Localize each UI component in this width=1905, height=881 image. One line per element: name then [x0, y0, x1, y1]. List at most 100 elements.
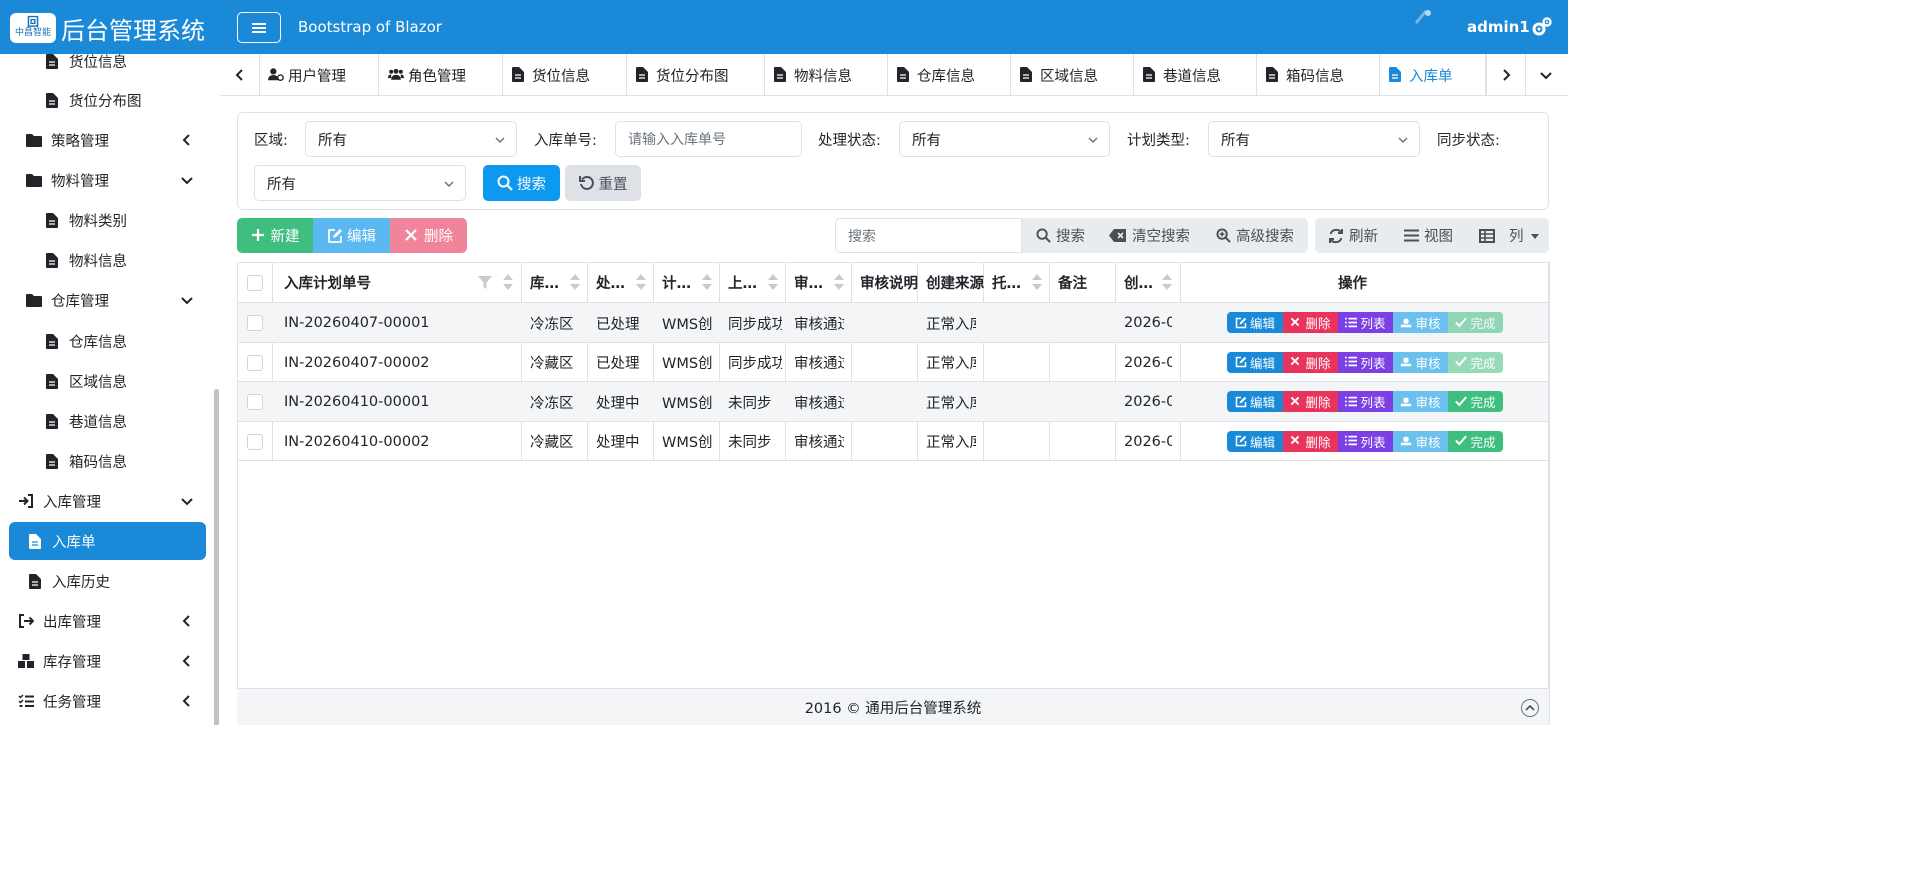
table-row[interactable]: IN-20260407-00002 冷藏区 已处理 WMS创同步成功审核通过 正常入库 2… [238, 341, 1548, 383]
sort-icon[interactable] [570, 274, 580, 290]
columns-button[interactable]: 列 [1479, 225, 1540, 246]
row-action-list-button[interactable]: 列表 [1338, 351, 1393, 373]
sort-icon[interactable] [636, 274, 646, 290]
sidebar-item-aisle-info[interactable]: 巷道信息 [0, 402, 210, 440]
sort-icon[interactable] [702, 274, 712, 290]
select-all-checkbox[interactable] [247, 263, 263, 302]
row-action-delete-button[interactable]: 删除 [1283, 391, 1338, 412]
tab-inbound-order[interactable]: 入库单 [1381, 54, 1486, 96]
sort-icon[interactable] [503, 274, 513, 290]
row-checkbox[interactable] [247, 382, 263, 422]
toolbar-search-button[interactable]: 搜索 [1036, 225, 1085, 246]
tab-user-management[interactable]: 用户管理 [260, 54, 379, 96]
plan-type-select[interactable]: 所有 [1208, 121, 1420, 157]
col-header-pallet[interactable]: 托… [992, 263, 1032, 302]
sidebar-item-task[interactable]: 任务管理 [0, 682, 210, 720]
table-row[interactable]: IN-20260410-00001 冷冻区 处理中 WMS创未同步 审核通过 正常入库 20… [238, 381, 1548, 421]
advanced-search-button[interactable]: 高级搜索 [1216, 225, 1294, 246]
sidebar-item-inventory[interactable]: 库存管理 [0, 642, 210, 680]
tab-zone-info[interactable]: 区域信息 [1012, 54, 1134, 96]
row-action-edit-button[interactable]: 编辑 [1227, 391, 1283, 412]
tab-warehouse-info[interactable]: 仓库信息 [889, 54, 1011, 96]
sidebar-item-strategy[interactable]: 策略管理 [0, 121, 210, 159]
tab-aisle-info[interactable]: 巷道信息 [1135, 54, 1257, 96]
row-action-audit-button[interactable]: 审核 [1393, 312, 1448, 333]
row-action-list-button[interactable]: 列表 [1338, 312, 1393, 333]
row-action-edit-button[interactable]: 编辑 [1227, 430, 1283, 452]
row-action-delete-button[interactable]: 删除 [1283, 351, 1338, 373]
tab-location-map[interactable]: 货位分布图 [628, 54, 765, 96]
cell-created: 2026-0 [1124, 315, 1172, 331]
table-row[interactable]: IN-20260407-00001 冷冻区 已处理 WMS创同步成功审核通过 正常入库 2… [238, 302, 1548, 342]
col-header-plan-type[interactable]: 计… [662, 263, 702, 302]
row-action-edit-button[interactable]: 编辑 [1227, 312, 1283, 333]
row-action-audit-button[interactable]: 审核 [1393, 351, 1448, 373]
tab-scroll-left-button[interactable] [220, 54, 260, 96]
sidebar-item-material[interactable]: 物料管理 [0, 161, 210, 199]
row-checkbox[interactable] [247, 303, 263, 343]
row-action-audit-button[interactable]: 审核 [1393, 391, 1448, 412]
col-header-sync[interactable]: 上… [728, 263, 768, 302]
tab-material-info[interactable]: 物料信息 [766, 54, 888, 96]
sidebar-item-material-info[interactable]: 物料信息 [0, 241, 210, 279]
refresh-button[interactable]: 刷新 [1328, 225, 1378, 246]
area-select[interactable]: 所有 [305, 121, 517, 157]
col-header-zone[interactable]: 库… [530, 263, 570, 302]
sidebar-item-warehouse[interactable]: 仓库管理 [0, 281, 210, 319]
sidebar-item-inbound-history[interactable]: 入库历史 [0, 562, 210, 600]
sort-icon[interactable] [768, 274, 778, 290]
sidebar-item-inbound[interactable]: 入库管理 [0, 482, 210, 520]
sync-status-select[interactable]: 所有 [254, 165, 466, 201]
sidebar-item-location-info[interactable]: 货位信息 [0, 54, 210, 80]
new-button[interactable]: 新建 [237, 218, 313, 253]
sidebar-item-inbound-order[interactable]: 入库单 [9, 522, 206, 560]
tab-scroll-right-button[interactable] [1486, 54, 1526, 96]
row-action-complete-button[interactable]: 完成 [1448, 312, 1503, 333]
filter-icon[interactable] [478, 275, 492, 291]
sidebar-item-zone-info[interactable]: 区域信息 [0, 362, 210, 400]
sidebar-item-material-category[interactable]: 物料类别 [0, 201, 210, 239]
sidebar-scrollbar[interactable] [214, 389, 219, 725]
tab-location-info[interactable]: 货位信息 [504, 54, 627, 96]
edit-button[interactable]: 编辑 [313, 218, 390, 253]
row-action-list-button[interactable]: 列表 [1338, 391, 1393, 412]
delete-button[interactable]: 删除 [390, 218, 467, 253]
search-button[interactable]: 搜索 [483, 165, 560, 201]
sidebar-item-location-map[interactable]: 货位分布图 [0, 81, 210, 119]
reset-button[interactable]: 重置 [565, 165, 641, 201]
col-header-created[interactable]: 创… [1124, 263, 1154, 302]
tab-role-management[interactable]: 角色管理 [380, 54, 503, 96]
tab-box-code-info[interactable]: 箱码信息 [1258, 54, 1380, 96]
row-action-edit-button[interactable]: 编辑 [1227, 351, 1283, 373]
menu-toggle-button[interactable] [237, 12, 281, 43]
scroll-top-button[interactable] [1521, 699, 1539, 717]
row-action-complete-button[interactable]: 完成 [1448, 430, 1503, 452]
col-header-status[interactable]: 处… [596, 263, 636, 302]
col-header-plan-no[interactable]: 入库计划单号 [284, 263, 371, 302]
sidebar-item-warehouse-info[interactable]: 仓库信息 [0, 322, 210, 360]
sidebar-item-outbound[interactable]: 出库管理 [0, 602, 210, 640]
sort-icon[interactable] [1032, 274, 1042, 290]
tab-dropdown-button[interactable] [1526, 54, 1566, 96]
username[interactable]: admin1 [1467, 18, 1530, 36]
row-action-complete-button[interactable]: 完成 [1448, 391, 1503, 412]
sidebar-item-box-code-info[interactable]: 箱码信息 [0, 442, 210, 480]
row-checkbox[interactable] [247, 422, 263, 462]
row-action-delete-button[interactable]: 删除 [1283, 312, 1338, 333]
row-action-delete-button[interactable]: 删除 [1283, 430, 1338, 452]
sort-icon[interactable] [1162, 274, 1172, 290]
table-row[interactable]: IN-20260410-00002 冷藏区 处理中 WMS创未同步 审核通过 正常入库 20… [238, 420, 1548, 462]
gear-icon[interactable] [1531, 16, 1553, 38]
col-header-audit[interactable]: 审… [794, 263, 834, 302]
view-button[interactable]: 视图 [1404, 225, 1453, 246]
avatar[interactable] [1413, 8, 1459, 26]
row-action-complete-button[interactable]: 完成 [1448, 351, 1503, 373]
order-no-input[interactable]: 请输入入库单号 [615, 121, 802, 157]
row-checkbox[interactable] [247, 343, 263, 383]
sort-icon[interactable] [834, 274, 844, 290]
row-action-audit-button[interactable]: 审核 [1393, 430, 1448, 452]
row-action-list-button[interactable]: 列表 [1338, 430, 1393, 452]
table-search-input[interactable]: 搜索 [835, 218, 1022, 253]
clear-search-button[interactable]: 清空搜索 [1109, 225, 1190, 246]
status-select[interactable]: 所有 [899, 121, 1110, 157]
